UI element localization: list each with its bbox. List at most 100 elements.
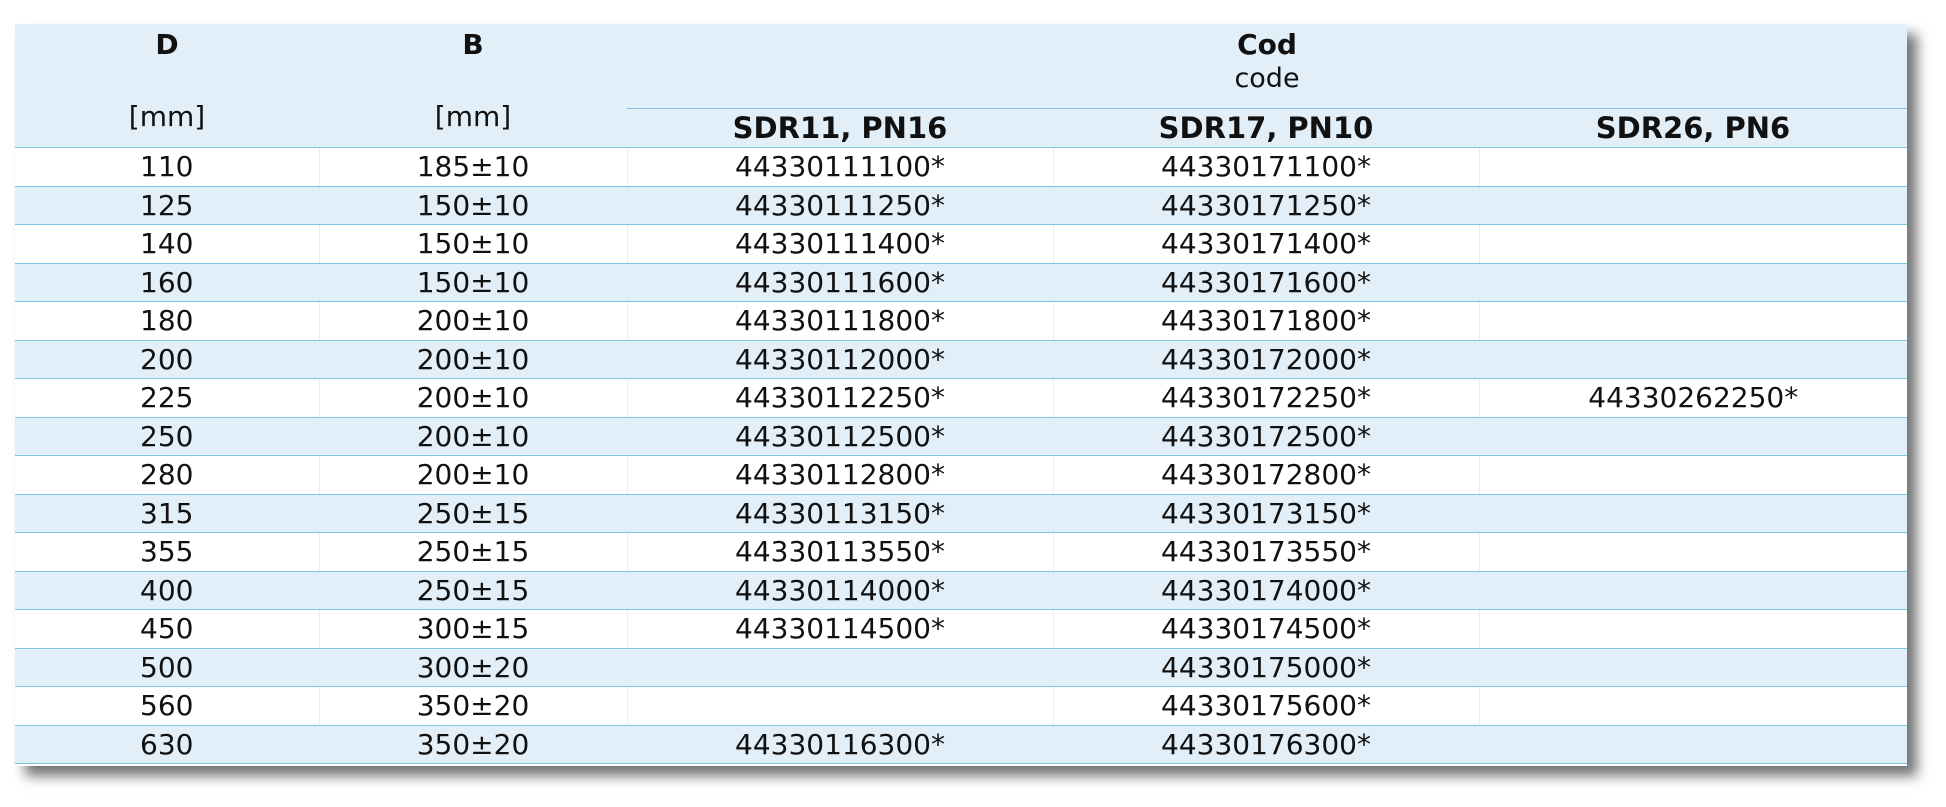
cell-b: 200±10 (319, 340, 628, 379)
cell-d: 500 (15, 648, 320, 687)
cell-b: 200±10 (319, 417, 628, 456)
cell-b: 250±15 (319, 571, 628, 610)
cell-d: 110 (15, 147, 320, 187)
cell-sdr17: 44330172500* (1053, 417, 1480, 456)
cell-sdr26 (1479, 571, 1908, 610)
cell-d: 160 (15, 263, 320, 302)
cell-sdr11 (627, 686, 1054, 726)
cell-sdr17: 44330171800* (1053, 301, 1480, 341)
cell-sdr26 (1479, 725, 1908, 764)
cell-b: 200±10 (319, 301, 628, 341)
header-sdr26: SDR26, PN6 (1479, 108, 1908, 148)
cell-b: 150±10 (319, 186, 628, 225)
header-b: B [mm] (319, 24, 627, 148)
cell-d: 630 (15, 725, 320, 764)
cell-sdr26 (1479, 648, 1908, 687)
cell-sdr26 (1479, 417, 1908, 456)
cell-sdr11: 44330113550* (627, 532, 1054, 572)
cell-b: 250±15 (319, 494, 628, 533)
header-cod-sub: code (1234, 63, 1300, 94)
cell-sdr26: 44330262250* (1479, 378, 1908, 418)
cell-sdr11: 44330111400* (627, 224, 1054, 264)
cell-sdr11: 44330113150* (627, 494, 1054, 533)
cell-b: 300±15 (319, 609, 628, 649)
cell-sdr17: 44330171250* (1053, 186, 1480, 225)
table-row: 280 200±10 44330112800* 44330172800* (15, 455, 1908, 495)
cell-b: 200±10 (319, 378, 628, 418)
table-row: 125 150±10 44330111250* 44330171250* (15, 186, 1908, 225)
table-row: 140 150±10 44330111400* 44330171400* (15, 224, 1908, 264)
table-row: 450 300±15 44330114500* 44330174500* (15, 609, 1908, 649)
cell-sdr11: 44330111100* (627, 147, 1054, 187)
cell-sdr11: 44330112500* (627, 417, 1054, 456)
table-row: 500 300±20 44330175000* (15, 648, 1908, 687)
cell-d: 450 (15, 609, 320, 649)
cell-sdr26 (1479, 686, 1908, 726)
table-row: 250 200±10 44330112500* 44330172500* (15, 417, 1908, 456)
cell-b: 350±20 (319, 686, 628, 726)
cell-sdr17: 44330175600* (1053, 686, 1480, 726)
cell-sdr26 (1479, 301, 1908, 341)
header-sdr17: SDR17, PN10 (1053, 108, 1479, 148)
cell-d: 315 (15, 494, 320, 533)
header-b-label: B (462, 28, 484, 61)
table-row: 160 150±10 44330111600* 44330171600* (15, 263, 1908, 302)
cell-sdr17: 44330172800* (1053, 455, 1480, 495)
cell-sdr26 (1479, 609, 1908, 649)
cell-d: 280 (15, 455, 320, 495)
cell-sdr17: 44330175000* (1053, 648, 1480, 687)
cell-sdr11: 44330111800* (627, 301, 1054, 341)
cell-b: 300±20 (319, 648, 628, 687)
cell-d: 200 (15, 340, 320, 379)
table-row: 180 200±10 44330111800* 44330171800* (15, 301, 1908, 341)
cell-b: 150±10 (319, 224, 628, 264)
cell-sdr11: 44330112250* (627, 378, 1054, 418)
cell-sdr17: 44330172250* (1053, 378, 1480, 418)
cell-b: 185±10 (319, 147, 628, 187)
cell-sdr11: 44330112800* (627, 455, 1054, 495)
cell-b: 350±20 (319, 725, 628, 764)
table-row: 225 200±10 44330112250* 44330172250* 4433026… (15, 378, 1908, 418)
cell-sdr11 (627, 648, 1054, 687)
cell-sdr26 (1479, 494, 1908, 533)
table-body: 110 185±10 44330111100* 44330171100* 125 150±… (15, 147, 1908, 764)
cell-sdr17: 44330176300* (1053, 725, 1480, 764)
cell-b: 200±10 (319, 455, 628, 495)
cell-sdr11: 44330114500* (627, 609, 1054, 649)
table-row: 110 185±10 44330111100* 44330171100* (15, 147, 1908, 187)
cell-sdr26 (1479, 532, 1908, 572)
cell-d: 125 (15, 186, 320, 225)
table-row: 560 350±20 44330175600* (15, 686, 1908, 726)
product-code-table: D [mm] B [mm] Cod code SDR11, PN16 SDR17… (15, 24, 1908, 766)
cell-d: 400 (15, 571, 320, 610)
table-row: 400 250±15 44330114000* 44330174000* (15, 571, 1908, 610)
cell-d: 250 (15, 417, 320, 456)
cell-sdr26 (1479, 455, 1908, 495)
cell-b: 150±10 (319, 263, 628, 302)
cell-sdr17: 44330172000* (1053, 340, 1480, 379)
header-cod: Cod code (627, 24, 1908, 109)
cell-d: 225 (15, 378, 320, 418)
cell-sdr17: 44330173150* (1053, 494, 1480, 533)
cell-sdr11: 44330116300* (627, 725, 1054, 764)
cell-sdr17: 44330174000* (1053, 571, 1480, 610)
cell-d: 180 (15, 301, 320, 341)
header-d-unit: [mm] (128, 100, 206, 133)
cell-sdr26 (1479, 263, 1908, 302)
cell-sdr26 (1479, 147, 1908, 187)
cell-sdr11: 44330111250* (627, 186, 1054, 225)
header-cod-label: Cod (1237, 28, 1297, 61)
header-d: D [mm] (15, 24, 319, 148)
header-sdr11: SDR11, PN16 (627, 108, 1053, 148)
table-row: 630 350±20 44330116300* 44330176300* (15, 725, 1908, 764)
cell-sdr11: 44330114000* (627, 571, 1054, 610)
cell-b: 250±15 (319, 532, 628, 572)
cell-sdr17: 44330174500* (1053, 609, 1480, 649)
cell-sdr26 (1479, 340, 1908, 379)
cell-sdr17: 44330171600* (1053, 263, 1480, 302)
table-row: 315 250±15 44330113150* 44330173150* (15, 494, 1908, 533)
cell-sdr26 (1479, 224, 1908, 264)
header-d-label: D (155, 28, 179, 61)
table-row: 200 200±10 44330112000* 44330172000* (15, 340, 1908, 379)
cell-sdr17: 44330171400* (1053, 224, 1480, 264)
